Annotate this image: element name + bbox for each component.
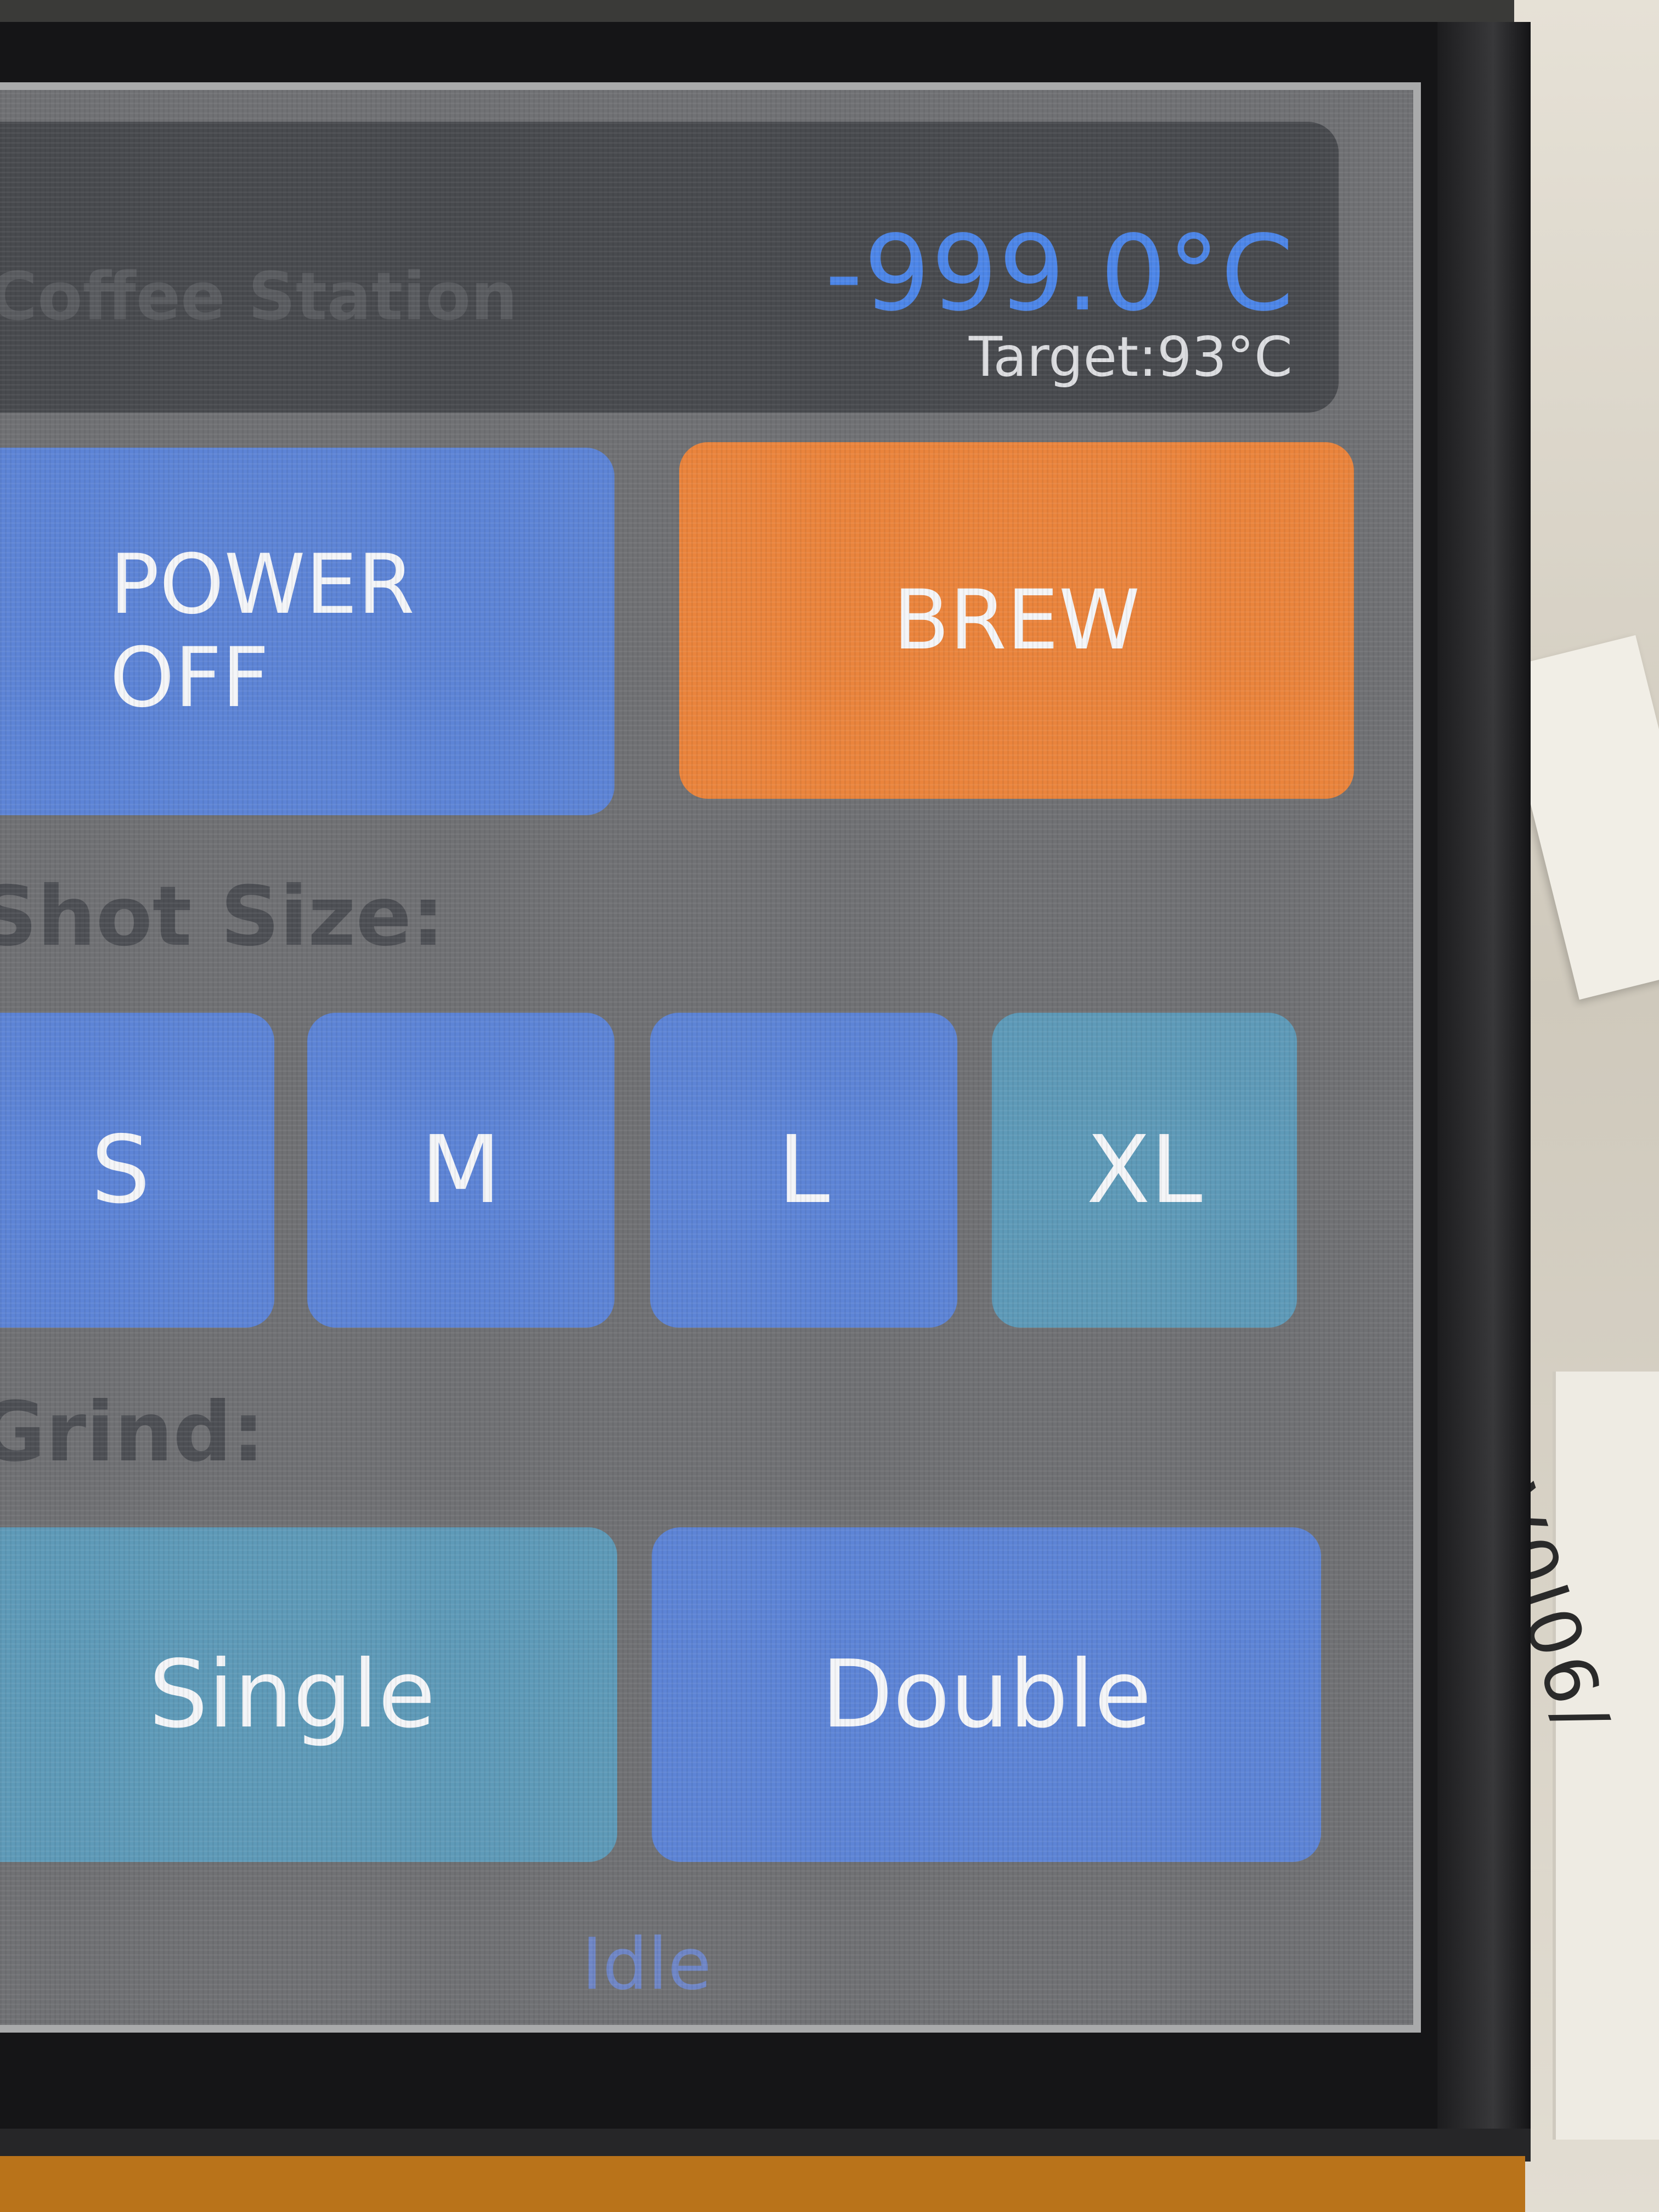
grind-single-label: Single [149,1640,436,1749]
lcd-screen: Coffee Station -999.0°C Target:93°C POWE… [0,82,1421,2033]
current-temperature: -999.0°C [825,213,1295,334]
grind-label: Grind: [0,1385,265,1480]
display-bezel-edge [1437,22,1531,2140]
grind-single-button[interactable]: Single [0,1527,617,1862]
circuit-board [0,2156,1525,2212]
shot-size-m-button[interactable]: M [307,1013,614,1328]
shot-size-label: Shot Size: [0,869,445,964]
grind-double-label: Double [821,1640,1152,1749]
shot-size-s-button[interactable]: S [0,1013,274,1328]
brew-button-label: BREW [893,573,1141,668]
shot-size-l-button[interactable]: L [650,1013,957,1328]
shot-size-s-label: S [91,1116,150,1224]
power-button[interactable]: POWER OFF [0,448,614,815]
status-header: Coffee Station -999.0°C Target:93°C [0,122,1339,413]
paper-note [1553,1372,1659,2140]
machine-status: Idle [582,1922,712,2006]
shot-size-xl-label: XL [1086,1116,1203,1224]
shot-size-l-label: L [777,1116,830,1224]
brew-button[interactable]: BREW [679,442,1354,799]
app-title: Coffee Station [0,259,518,335]
shot-size-m-label: M [420,1116,501,1224]
target-temperature: Target:93°C [968,325,1293,389]
shot-size-xl-button[interactable]: XL [992,1013,1297,1328]
grind-double-button[interactable]: Double [652,1527,1321,1862]
power-button-label: POWER OFF [110,537,415,726]
